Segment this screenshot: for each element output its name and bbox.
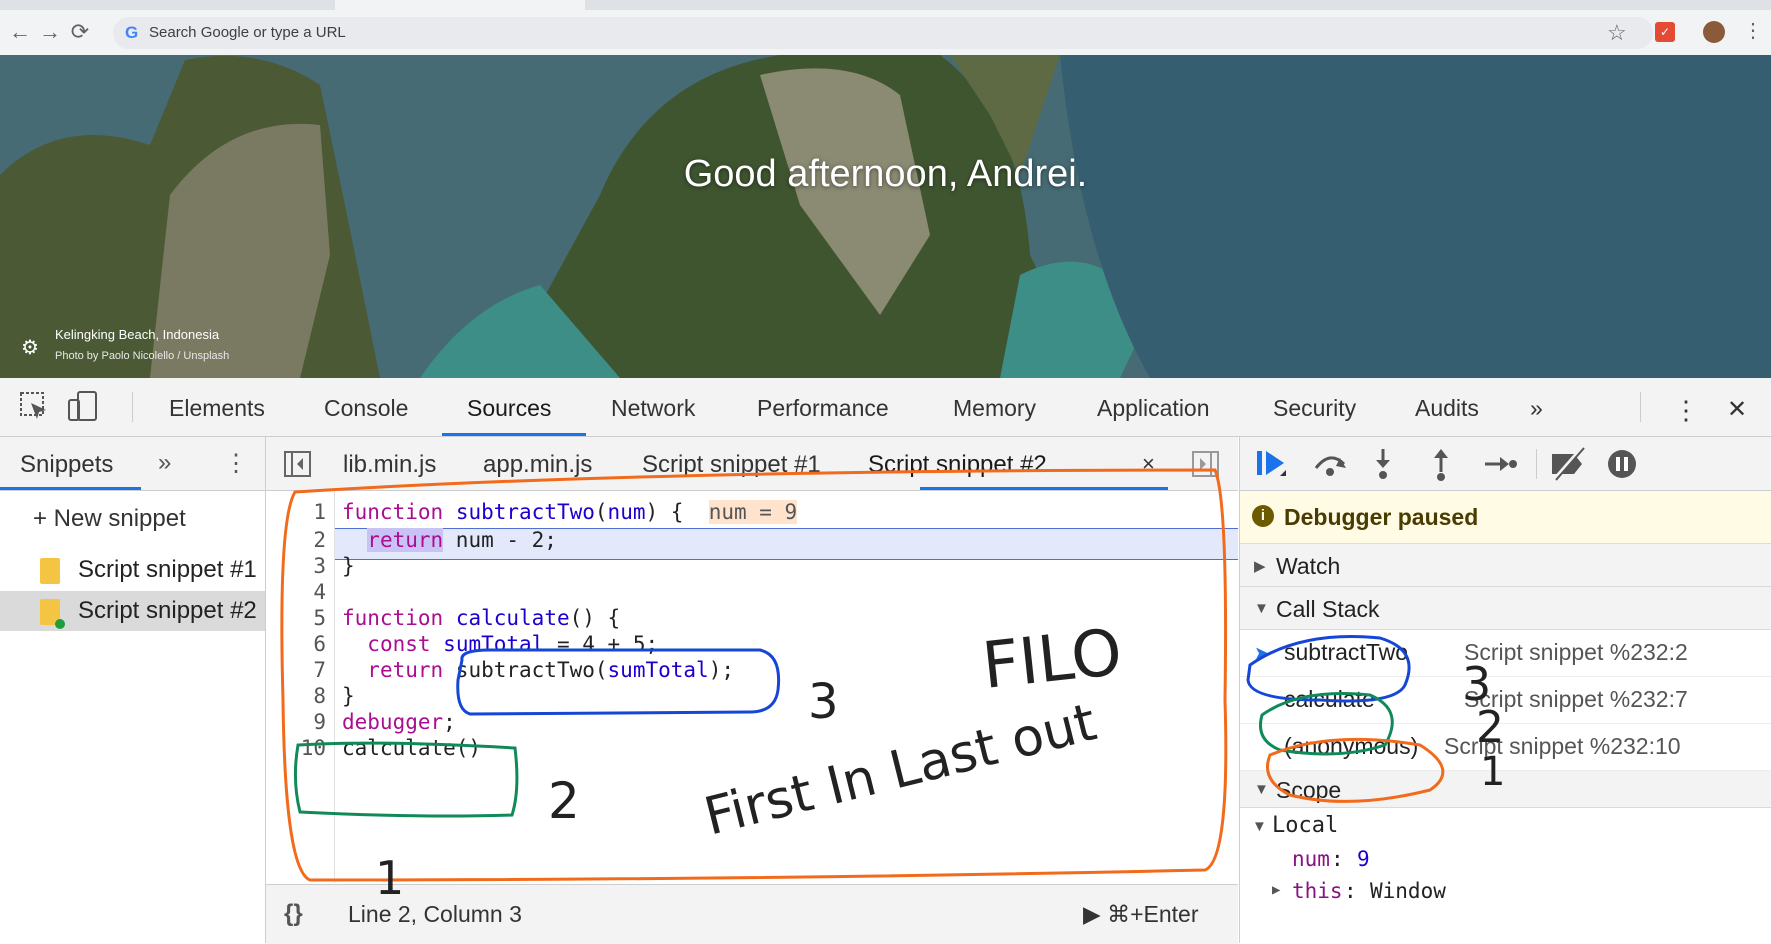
annotation-number: 2 [548,772,580,830]
annotation-outline-frame-calculate [1259,692,1394,756]
annotation-outline-subtracttwo-call [456,648,781,716]
annotation-number: 1 [375,851,404,905]
annotation-outline-frame-subtracttwo [1246,635,1411,703]
annotation-number: 3 [808,674,839,730]
annotation-outline-frame-anonymous [1266,737,1445,803]
annotation-first-in-last-out: First In Last out [699,692,1102,847]
annotation-overlay: FILO First In Last out 3 3 2 2 1 1 [280,468,1505,905]
annotation-number: 2 [1476,702,1504,753]
annotation-outline-calculate-call [293,741,519,818]
annotation-number: 1 [1480,749,1505,795]
annotation-filo: FILO [979,616,1125,704]
